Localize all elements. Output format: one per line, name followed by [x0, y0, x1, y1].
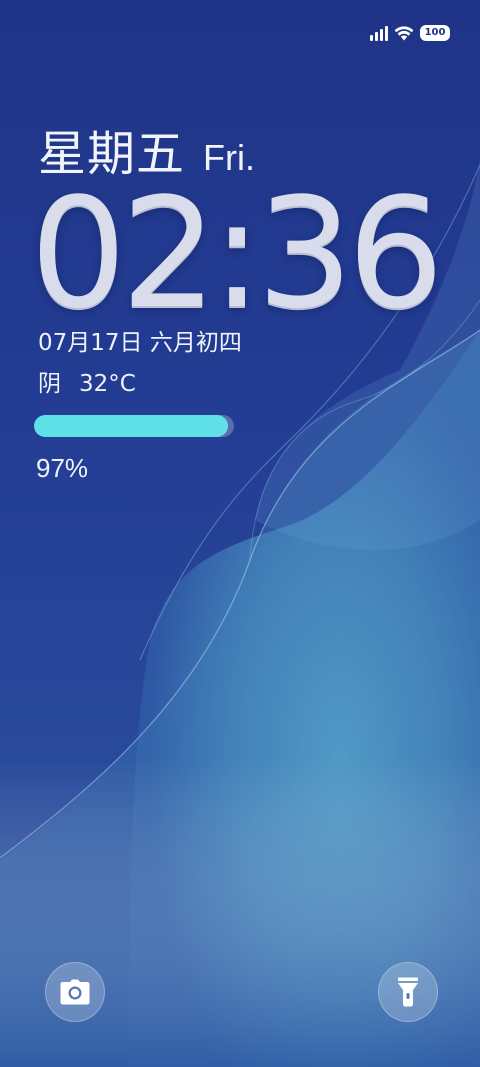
weather-condition: 阴 — [38, 371, 61, 397]
battery-indicator: 100 — [420, 25, 450, 41]
cellular-signal-icon — [370, 25, 388, 41]
flashlight-icon — [398, 977, 418, 1007]
status-bar: 100 — [370, 22, 450, 44]
temperature: 32°C — [79, 371, 136, 397]
flashlight-shortcut-button[interactable] — [378, 962, 438, 1022]
charging-progress-bar — [34, 415, 234, 437]
weather-info: 阴 32°C — [38, 368, 136, 400]
camera-shortcut-button[interactable] — [45, 962, 105, 1022]
lock-screen-clock: 02:36 — [30, 165, 444, 342]
camera-icon — [60, 979, 90, 1005]
date-label: 07月17日 六月初四 — [38, 330, 242, 356]
charging-progress-fill — [34, 415, 228, 437]
charging-percent: 97% — [36, 453, 89, 483]
wifi-icon — [394, 25, 414, 41]
